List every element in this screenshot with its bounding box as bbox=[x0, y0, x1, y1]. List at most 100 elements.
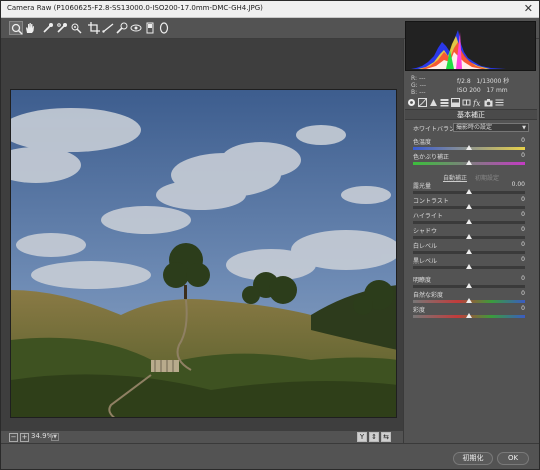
photo-preview bbox=[10, 89, 397, 418]
b-value: --- bbox=[419, 89, 426, 96]
slider-value[interactable]: 0.00 bbox=[512, 181, 525, 188]
view-toggle-button[interactable]: Y bbox=[357, 432, 367, 442]
slider-value[interactable]: 0 bbox=[521, 211, 525, 218]
tab-hsl[interactable] bbox=[440, 98, 449, 107]
landscape-photo-image bbox=[11, 90, 396, 417]
fx-icon: fx bbox=[473, 99, 481, 107]
slider-value[interactable]: 0 bbox=[521, 137, 525, 144]
svg-text:fx: fx bbox=[473, 99, 481, 107]
iso-value: ISO 200 bbox=[457, 87, 481, 94]
spot-removal-icon bbox=[116, 22, 128, 34]
white-balance-icon bbox=[43, 23, 53, 33]
default-link[interactable]: 初期設定 bbox=[475, 173, 499, 182]
auto-link[interactable]: 自動補正 bbox=[443, 173, 467, 182]
tab-presets[interactable] bbox=[495, 98, 504, 107]
slider-label: 黒レベル bbox=[413, 258, 438, 265]
b-label: B: bbox=[411, 89, 418, 96]
spot-removal-tool-button[interactable] bbox=[115, 21, 129, 35]
g-value: --- bbox=[419, 82, 427, 89]
radial-filter-icon bbox=[159, 22, 169, 34]
zoom-in-button[interactable]: + bbox=[20, 433, 29, 442]
slider-thumb[interactable] bbox=[466, 313, 472, 318]
red-eye-icon bbox=[130, 24, 142, 32]
slider-thumb[interactable] bbox=[466, 204, 472, 209]
tab-camera-calibration[interactable] bbox=[484, 98, 493, 107]
shutter-value: 1/13000 秒 bbox=[476, 78, 510, 85]
title-bar: Camera Raw (P1060625-F2.8-SS13000.0-ISO2… bbox=[1, 1, 539, 18]
swap-settings-button[interactable]: ⇆ bbox=[381, 432, 391, 442]
g-label: G: bbox=[411, 82, 418, 89]
ok-button[interactable]: OK bbox=[497, 452, 529, 465]
dialog-footer: 初期化 OK bbox=[1, 443, 539, 469]
tab-split-toning[interactable] bbox=[451, 98, 460, 107]
zoom-out-button[interactable]: − bbox=[9, 433, 18, 442]
slider-thumb[interactable] bbox=[466, 264, 472, 269]
histogram bbox=[405, 21, 536, 71]
straighten-tool-button[interactable] bbox=[101, 21, 115, 35]
reset-button[interactable]: 初期化 bbox=[453, 452, 493, 465]
graduated-filter-icon bbox=[146, 22, 154, 34]
slider-row: 黒レベル 0 bbox=[411, 256, 527, 274]
before-after-button[interactable]: ⇕ bbox=[369, 432, 379, 442]
auto-default-row: 自動補正 初期設定 bbox=[405, 173, 537, 182]
slider-value[interactable]: 0 bbox=[521, 196, 525, 203]
detail-icon bbox=[430, 99, 437, 106]
slider-thumb[interactable] bbox=[466, 234, 472, 239]
window-title: Camera Raw (P1060625-F2.8-SS13000.0-ISO2… bbox=[7, 4, 263, 12]
aperture-icon bbox=[408, 99, 415, 106]
targeted-adjust-tool-button[interactable] bbox=[69, 21, 83, 35]
r-value: --- bbox=[418, 75, 426, 82]
slider-value[interactable]: 0 bbox=[521, 275, 525, 282]
chevron-down-icon: ▼ bbox=[53, 434, 57, 440]
panel-section-title: 基本補正 bbox=[405, 109, 537, 120]
hsl-icon bbox=[440, 99, 449, 107]
tab-basic[interactable] bbox=[407, 98, 416, 107]
slider-value[interactable]: 0 bbox=[521, 305, 525, 312]
slider-value[interactable]: 0 bbox=[521, 226, 525, 233]
slider-thumb[interactable] bbox=[466, 189, 472, 194]
status-bar: − + 34.9% ▼ Y ⇕ ⇆ bbox=[1, 431, 403, 443]
zoom-icon bbox=[11, 23, 23, 35]
slider-value[interactable]: 0 bbox=[521, 256, 525, 263]
split-toning-icon bbox=[451, 98, 460, 107]
white-balance-select[interactable]: 撮影時の設定 ▼ bbox=[453, 123, 529, 132]
straighten-icon bbox=[102, 23, 114, 33]
hand-tool-button[interactable] bbox=[23, 21, 37, 35]
white-balance-tool-button[interactable] bbox=[41, 21, 55, 35]
slider-value[interactable]: 0 bbox=[521, 241, 525, 248]
hand-icon bbox=[26, 23, 34, 33]
red-eye-tool-button[interactable] bbox=[129, 21, 143, 35]
slider-label: 露光量 bbox=[413, 183, 432, 190]
tab-effects[interactable]: fx bbox=[473, 98, 482, 107]
slider-label: シャドウ bbox=[413, 228, 438, 235]
tone-curve-icon bbox=[418, 98, 427, 107]
zoom-tool-button[interactable] bbox=[9, 21, 23, 35]
zoom-dropdown[interactable]: ▼ bbox=[51, 433, 59, 441]
color-sampler-tool-button[interactable] bbox=[55, 21, 69, 35]
preview-canvas[interactable] bbox=[1, 39, 403, 431]
slider-label: 色かぶり補正 bbox=[413, 154, 450, 161]
slider-label: 明瞭度 bbox=[413, 277, 432, 284]
slider-thumb[interactable] bbox=[466, 219, 472, 224]
slider-value[interactable]: 0 bbox=[521, 152, 525, 159]
slider-thumb[interactable] bbox=[466, 160, 472, 165]
slider-label: 彩度 bbox=[413, 307, 426, 314]
close-button[interactable]: ✕ bbox=[524, 2, 533, 16]
slider-thumb[interactable] bbox=[466, 298, 472, 303]
zoom-level: 34.9% bbox=[31, 432, 54, 440]
slider-value[interactable]: 0 bbox=[521, 290, 525, 297]
tab-tone-curve[interactable] bbox=[418, 98, 427, 107]
slider-thumb[interactable] bbox=[466, 249, 472, 254]
slider-thumb[interactable] bbox=[466, 145, 472, 150]
crop-tool-button[interactable] bbox=[87, 21, 101, 35]
slider-thumb[interactable] bbox=[466, 283, 472, 288]
slider-row: 色かぶり補正 0 bbox=[411, 152, 527, 170]
camera-icon bbox=[484, 99, 493, 107]
lens-icon bbox=[462, 99, 471, 106]
graduated-filter-tool-button[interactable] bbox=[143, 21, 157, 35]
tab-lens[interactable] bbox=[462, 98, 471, 107]
radial-filter-tool-button[interactable] bbox=[157, 21, 171, 35]
slider-label: 白レベル bbox=[413, 243, 438, 250]
slider-label: 色温度 bbox=[413, 139, 432, 146]
tab-detail[interactable] bbox=[429, 98, 438, 107]
